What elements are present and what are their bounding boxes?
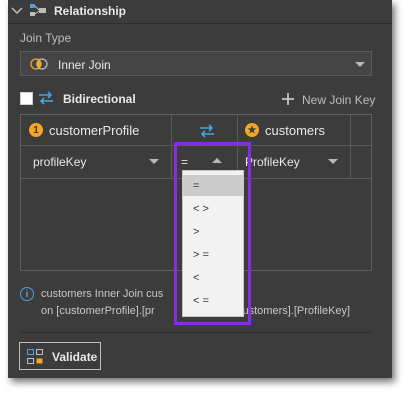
swap-arrows-icon[interactable]	[198, 123, 216, 139]
join-summary-line-2-right: customers].[ProfileKey]	[237, 305, 351, 317]
new-join-key-button[interactable]: New Join Key	[302, 93, 375, 107]
validate-button[interactable]: Validate	[19, 342, 101, 370]
divider	[350, 115, 351, 179]
left-table-header: 1 customerProfile	[29, 115, 139, 145]
relationship-panel: Relationship Join Type Inner Join Bidire…	[8, 0, 392, 378]
divider	[171, 115, 172, 179]
validate-label: Validate	[52, 350, 98, 364]
section-title[interactable]: Relationship	[54, 4, 126, 18]
inner-join-venn-icon	[30, 58, 48, 70]
table-number-badge: 1	[29, 123, 43, 137]
chevron-down-icon	[355, 62, 365, 67]
left-table-name: customerProfile	[49, 122, 140, 138]
chevron-down-icon[interactable]	[328, 159, 338, 164]
validate-icon	[27, 349, 43, 364]
left-key-dropdown[interactable]: profileKey	[33, 155, 86, 169]
right-table-header: ★ customers	[245, 115, 325, 145]
join-summary-line-2-left: on [customerProfile].[pr	[41, 305, 155, 317]
star-badge: ★	[245, 123, 259, 137]
operator-highlight-box	[174, 142, 251, 325]
chevron-down-icon[interactable]	[10, 3, 24, 17]
right-key-dropdown[interactable]: ProfileKey	[245, 155, 300, 169]
divider	[8, 23, 392, 24]
join-type-dropdown[interactable]: Inner Join	[20, 51, 372, 76]
info-icon: i	[20, 287, 34, 301]
join-type-value: Inner Join	[58, 58, 111, 72]
join-summary-line-1: customers Inner Join cus	[41, 288, 164, 300]
bidirectional-label: Bidirectional	[63, 92, 136, 106]
bidirectional-checkbox[interactable]	[20, 92, 33, 105]
plus-icon[interactable]	[281, 92, 295, 106]
divider	[20, 332, 372, 333]
relationship-icon	[30, 4, 46, 16]
bidirectional-arrows-icon	[39, 91, 53, 105]
right-table-name: customers	[265, 122, 325, 138]
join-type-label: Join Type	[20, 31, 72, 45]
chevron-down-icon[interactable]	[149, 159, 159, 164]
